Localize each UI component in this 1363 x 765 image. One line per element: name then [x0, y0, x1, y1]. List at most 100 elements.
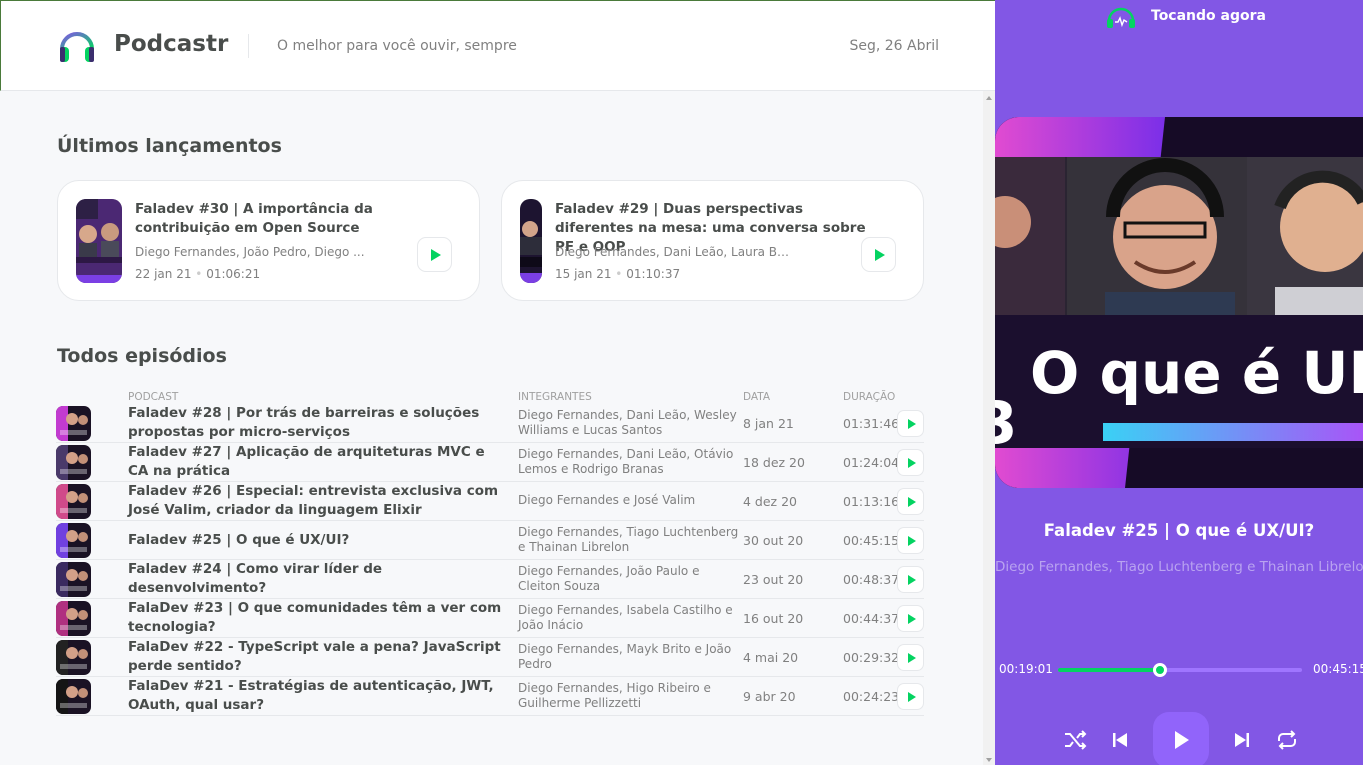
episode-duration: 00:45:15	[843, 533, 900, 548]
episode-thumbnail[interactable]	[56, 445, 91, 480]
table-row: Faladev #28 | Por trás de barreiras e so…	[56, 404, 924, 443]
episode-thumbnail[interactable]	[56, 523, 91, 558]
scrollbar[interactable]	[983, 91, 995, 765]
play-button[interactable]	[897, 566, 924, 593]
episode-date: 4 dez 20	[743, 494, 797, 509]
episode-thumbnail[interactable]	[76, 199, 122, 283]
episode-title-link[interactable]: Faladev #27 | Aplicação de arquiteturas …	[128, 443, 508, 481]
current-time: 00:19:01	[999, 662, 1053, 676]
scroll-down-arrow-icon[interactable]	[986, 758, 992, 762]
episode-date: 30 out 20	[743, 533, 804, 548]
cover-caption: O que é UI/U	[1030, 339, 1363, 407]
episode-date: 22 jan 21	[135, 267, 192, 281]
episode-members: Diego Fernandes, Dani Leão, Wesley Willi…	[518, 408, 737, 437]
play-icon	[908, 536, 916, 546]
table-row: Faladev #26 | Especial: entrevista exclu…	[56, 482, 924, 521]
episode-date: 23 out 20	[743, 572, 804, 587]
episode-date: 18 dez 20	[743, 455, 805, 470]
shuffle-button[interactable]	[1061, 726, 1089, 754]
total-time: 00:45:15	[1313, 662, 1363, 676]
episode-title-link[interactable]: Faladev #26 | Especial: entrevista exclu…	[128, 482, 508, 520]
skip-next-icon	[1235, 733, 1249, 747]
episode-thumbnail[interactable]	[56, 562, 91, 597]
table-row: FalaDev #23 | O que comunidades têm a ve…	[56, 599, 924, 638]
episode-meta: 15 jan 21 • 01:10:37	[555, 267, 681, 281]
repeat-icon	[1278, 730, 1296, 750]
episode-members: Diego Fernandes e José Valim	[518, 493, 696, 507]
episode-title-link[interactable]: FalaDev #21 - Estratégias de autenticaçã…	[128, 677, 508, 715]
table-row: Faladev #24 | Como virar líder de desenv…	[56, 560, 924, 599]
episode-duration: 01:24:04	[843, 455, 900, 470]
episode-title-link[interactable]: FalaDev #22 - TypeScript vale a pena? Ja…	[128, 638, 508, 676]
play-icon	[431, 249, 441, 261]
latest-episode-card[interactable]: Faladev #29 | Duas perspectivas diferent…	[501, 180, 924, 301]
all-episodes-title: Todos episódios	[57, 345, 227, 367]
latest-episode-card[interactable]: Faladev #30 | A importância da contribui…	[57, 180, 480, 301]
brand-name: Podcastr	[114, 31, 229, 57]
play-icon	[908, 497, 916, 507]
progress-fill	[1058, 668, 1161, 672]
episode-duration: 00:48:37	[843, 572, 900, 587]
playing-episode-members: Diego Fernandes, Tiago Luchtenberg e Tha…	[995, 559, 1363, 575]
headphones-logo-icon	[60, 32, 94, 62]
main-area: Podcastr O melhor para você ouvir, sempr…	[0, 0, 995, 765]
episode-thumbnail[interactable]	[56, 484, 91, 519]
play-button[interactable]	[861, 237, 896, 272]
play-button[interactable]	[897, 488, 924, 515]
progress-slider[interactable]	[1058, 663, 1302, 677]
repeat-button[interactable]	[1273, 726, 1301, 754]
table-row: Faladev #25 | O que é UX/UI? Diego Ferna…	[56, 521, 924, 560]
play-icon	[1175, 731, 1189, 749]
latest-section-title: Últimos lançamentos	[57, 135, 282, 157]
episode-title-link[interactable]: FalaDev #23 | O que comunidades têm a ve…	[128, 599, 508, 637]
progress-handle[interactable]	[1153, 663, 1168, 677]
episode-members: Diego Fernandes, Mayk Brito e João Pedro	[518, 642, 732, 671]
cover-digit: 3	[995, 389, 1018, 457]
episode-date: 15 jan 21	[555, 267, 612, 281]
episode-members: Diego Fernandes, João Pedro, Diego ...	[135, 245, 365, 259]
episode-meta: 22 jan 21 • 01:06:21	[135, 267, 261, 281]
table-row: Faladev #27 | Aplicação de arquiteturas …	[56, 443, 924, 482]
now-playing-headphones-icon	[1107, 7, 1135, 28]
episode-thumbnail[interactable]	[56, 406, 91, 441]
play-button[interactable]	[897, 683, 924, 710]
play-button[interactable]	[897, 527, 924, 554]
episode-thumbnail[interactable]	[56, 601, 91, 636]
now-playing-heading: Tocando agora	[1151, 8, 1266, 24]
episode-duration: 00:29:32	[843, 650, 900, 665]
scroll-up-arrow-icon[interactable]	[986, 96, 992, 100]
play-icon	[908, 653, 916, 663]
play-pause-button[interactable]	[1153, 712, 1209, 765]
play-button[interactable]	[897, 605, 924, 632]
next-button[interactable]	[1228, 726, 1256, 754]
episode-duration: 01:13:16	[843, 494, 900, 509]
episode-title-link[interactable]: Faladev #28 | Por trás de barreiras e so…	[128, 404, 508, 442]
episode-members: Diego Fernandes, Dani Leão, Laura Beat..…	[555, 245, 795, 259]
previous-button[interactable]	[1106, 726, 1134, 754]
episode-title-link[interactable]: Faladev #24 | Como virar líder de desenv…	[128, 560, 508, 598]
playing-episode-title: Faladev #25 | O que é UX/UI?	[1043, 521, 1315, 540]
table-row: FalaDev #21 - Estratégias de autenticaçã…	[56, 677, 924, 716]
play-icon	[875, 249, 885, 261]
header-divider	[248, 34, 249, 58]
play-button[interactable]	[897, 410, 924, 437]
episode-thumbnail[interactable]	[520, 199, 542, 283]
episode-title-link[interactable]: Faladev #30 | A importância da contribui…	[135, 200, 465, 238]
shuffle-icon	[1065, 730, 1087, 750]
play-button[interactable]	[897, 644, 924, 671]
player-panel: Tocando agora O que é UI/U	[995, 0, 1363, 765]
play-button[interactable]	[417, 237, 452, 272]
episode-date: 16 out 20	[743, 611, 804, 626]
play-icon	[908, 458, 916, 468]
episode-cover-image: O que é UI/U 3	[995, 117, 1363, 488]
play-icon	[908, 614, 916, 624]
episode-title-link[interactable]: Faladev #25 | O que é UX/UI?	[128, 531, 508, 550]
episode-thumbnail[interactable]	[56, 640, 91, 675]
episode-date: 9 abr 20	[743, 689, 796, 704]
episode-members: Diego Fernandes, João Paulo e Cleiton So…	[518, 564, 700, 593]
column-header-podcast: PODCAST	[128, 391, 179, 403]
episode-thumbnail[interactable]	[56, 679, 91, 714]
play-button[interactable]	[897, 449, 924, 476]
episode-members: Diego Fernandes, Dani Leão, Otávio Lemos…	[518, 447, 734, 476]
skip-previous-icon	[1113, 733, 1127, 747]
